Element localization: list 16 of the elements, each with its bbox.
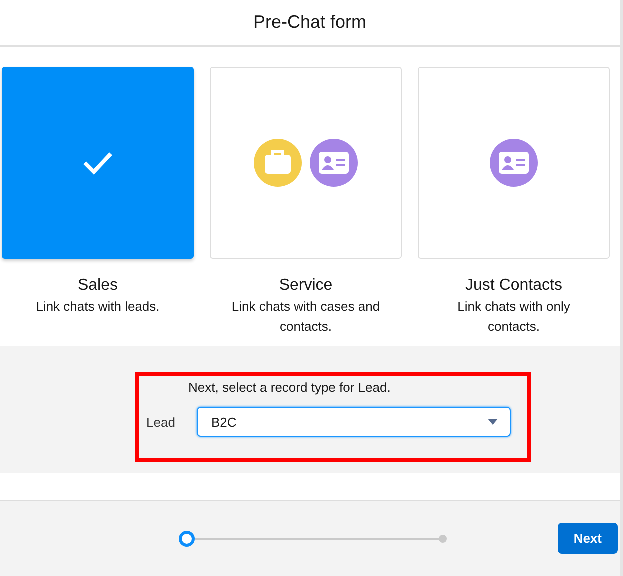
check-icon [82, 151, 114, 175]
record-type-prompt: Next, select a record type for Lead. [188, 380, 392, 395]
option-name: Service [279, 277, 333, 295]
option-name: Just Contacts [466, 277, 562, 295]
field-label: Lead [146, 414, 176, 430]
contact-card-icon [310, 139, 358, 187]
contact-card-icon [490, 139, 538, 187]
next-button[interactable]: Next [558, 523, 618, 554]
form-title: Pre-Chat form [253, 12, 367, 33]
option-description: Link chats with cases and contacts. [230, 298, 382, 336]
option-description: Link chats with leads. [35, 298, 161, 316]
option-description: Link chats with only contacts. [456, 298, 572, 336]
briefcase-icon [254, 139, 302, 187]
option-name: Sales [78, 277, 118, 295]
record-type-dropdown[interactable]: B2C [196, 407, 510, 437]
caret-icon [488, 419, 498, 425]
